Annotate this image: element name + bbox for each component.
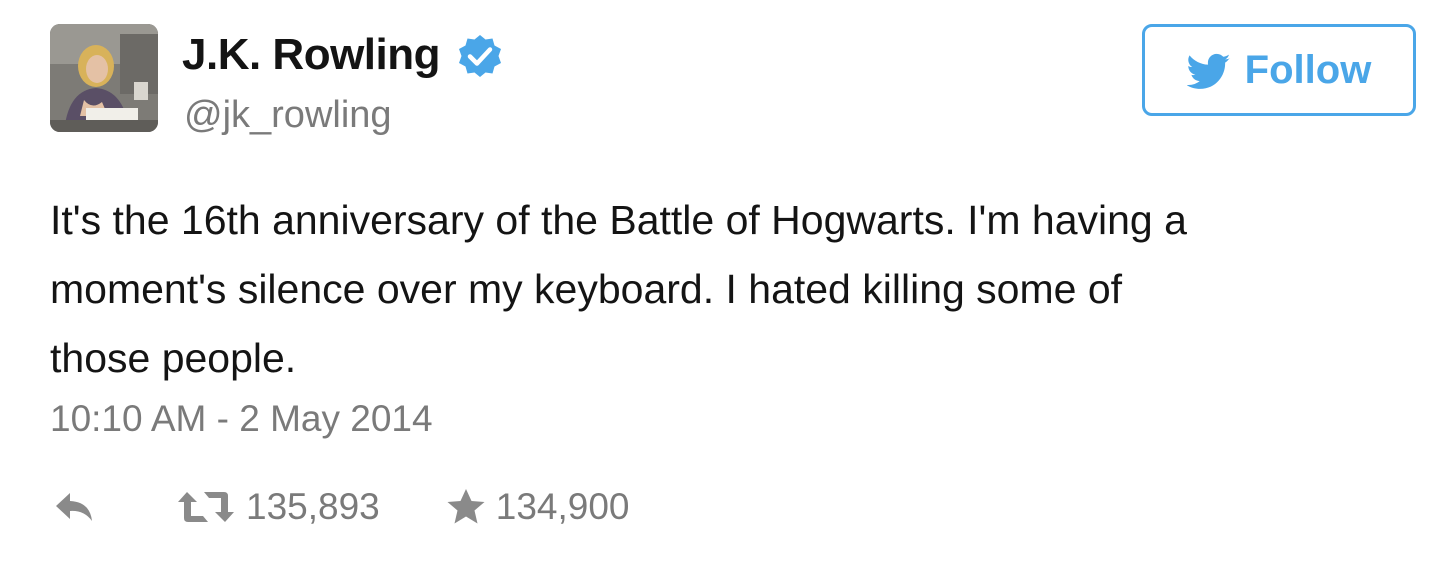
tweet-actions: 135,893 134,900 [50, 482, 630, 532]
tweet-card: J.K. Rowling @jk_rowling Follow It's the… [0, 0, 1440, 574]
author-handle[interactable]: @jk_rowling [184, 94, 392, 137]
follow-button[interactable]: Follow [1142, 24, 1416, 116]
follow-label: Follow [1244, 47, 1372, 92]
favorite-button[interactable]: 134,900 [446, 486, 630, 528]
tweet-text-line: those people. [50, 335, 297, 381]
retweet-button[interactable]: 135,893 [176, 486, 380, 528]
reply-icon [50, 489, 98, 525]
tweet-timestamp[interactable]: 10:10 AM - 2 May 2014 [50, 398, 433, 440]
star-icon [446, 488, 486, 526]
retweet-count: 135,893 [246, 486, 380, 527]
tweet-text-line: moment's silence over my keyboard. I hat… [50, 266, 1123, 312]
author-display-name[interactable]: J.K. Rowling [182, 30, 441, 80]
tweet-text: It's the 16th anniversary of the Battle … [50, 186, 1390, 393]
author-name-row: J.K. Rowling [182, 30, 504, 80]
tweet-text-line: It's the 16th anniversary of the Battle … [50, 197, 1187, 243]
avatar[interactable] [50, 24, 158, 132]
favorite-count: 134,900 [495, 486, 630, 527]
verified-badge-icon [456, 33, 504, 81]
twitter-bird-icon [1186, 53, 1231, 91]
reply-button[interactable] [50, 489, 98, 525]
retweet-icon [176, 488, 236, 526]
